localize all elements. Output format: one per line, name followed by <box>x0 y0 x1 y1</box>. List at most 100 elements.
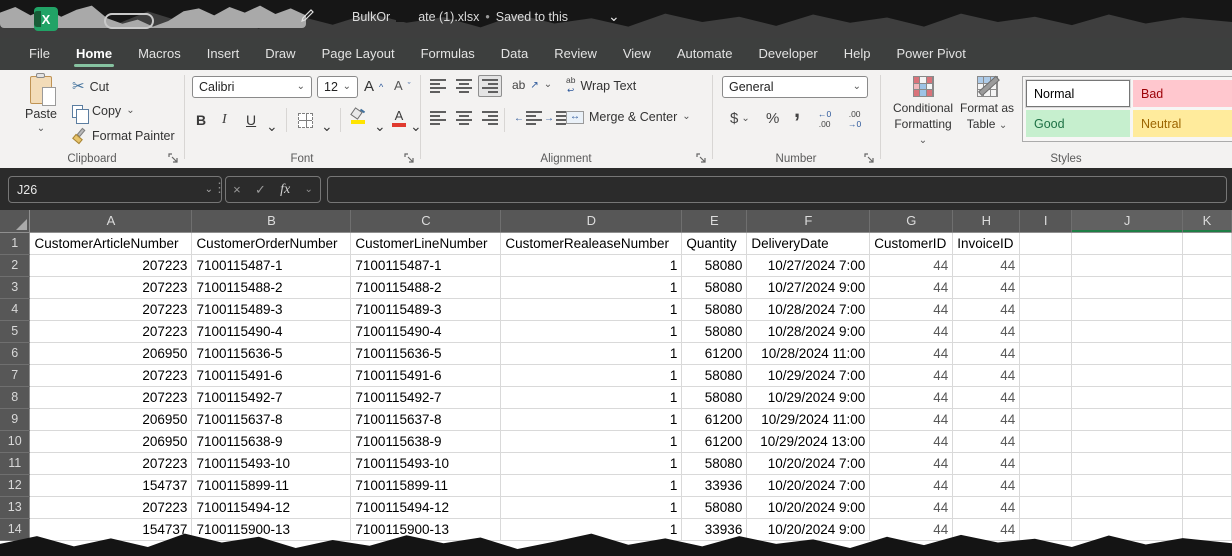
cell-G8[interactable]: 44 <box>870 386 953 408</box>
cell-E8[interactable]: 58080 <box>682 386 747 408</box>
cell-G6[interactable]: 44 <box>870 342 953 364</box>
cell-E12[interactable]: 33936 <box>682 474 747 496</box>
cell-J8[interactable] <box>1072 386 1183 408</box>
cell-K10[interactable] <box>1182 430 1231 452</box>
cell-A12[interactable]: 154737 <box>30 474 192 496</box>
number-dialog-launcher[interactable] <box>864 151 876 163</box>
cell-A1[interactable]: CustomerArticleNumber <box>30 232 192 254</box>
cell-G14[interactable]: 44 <box>870 518 953 540</box>
column-header-E[interactable]: E <box>682 210 747 232</box>
cell-G1[interactable]: CustomerID <box>870 232 953 254</box>
cell-J4[interactable] <box>1072 298 1183 320</box>
cell-I14[interactable] <box>1020 518 1072 540</box>
cell-E11[interactable]: 58080 <box>682 452 747 474</box>
style-good[interactable]: Good <box>1026 110 1130 137</box>
cell-D9[interactable]: 1 <box>501 408 682 430</box>
cell-B14[interactable]: 7100115900-13 <box>192 518 351 540</box>
cell-G3[interactable]: 44 <box>870 276 953 298</box>
cell-C2[interactable]: 7100115487-1 <box>351 254 501 276</box>
cell-E13[interactable]: 58080 <box>682 496 747 518</box>
number-format-select[interactable]: General ⌄ <box>722 76 868 98</box>
cell-B13[interactable]: 7100115494-12 <box>192 496 351 518</box>
cell-C6[interactable]: 7100115636-5 <box>351 342 501 364</box>
cell-K13[interactable] <box>1182 496 1231 518</box>
cell-C9[interactable]: 7100115637-8 <box>351 408 501 430</box>
cell-G2[interactable]: 44 <box>870 254 953 276</box>
cell-H12[interactable]: 44 <box>953 474 1020 496</box>
cell-F9[interactable]: 10/29/2024 11:00 <box>747 408 870 430</box>
cell-E5[interactable]: 58080 <box>682 320 747 342</box>
align-right-button[interactable] <box>482 111 498 125</box>
row-header-4[interactable]: 4 <box>0 298 30 320</box>
cell-D12[interactable]: 1 <box>501 474 682 496</box>
cell-F2[interactable]: 10/27/2024 7:00 <box>747 254 870 276</box>
tab-review[interactable]: Review <box>541 38 610 70</box>
cell-F11[interactable]: 10/20/2024 7:00 <box>747 452 870 474</box>
tab-page-layout[interactable]: Page Layout <box>309 38 408 70</box>
cell-K12[interactable] <box>1182 474 1231 496</box>
cell-D10[interactable]: 1 <box>501 430 682 452</box>
cell-A11[interactable]: 207223 <box>30 452 192 474</box>
cell-A2[interactable]: 207223 <box>30 254 192 276</box>
cell-F13[interactable]: 10/20/2024 9:00 <box>747 496 870 518</box>
cell-C14[interactable]: 7100115900-13 <box>351 518 501 540</box>
cell-K11[interactable] <box>1182 452 1231 474</box>
orientation-button[interactable]: ab ↗ ⌄ <box>512 78 552 92</box>
cell-B4[interactable]: 7100115489-3 <box>192 298 351 320</box>
chevron-down-icon[interactable]: ⌄ <box>205 185 213 195</box>
cell-I1[interactable] <box>1020 232 1072 254</box>
cell-G5[interactable]: 44 <box>870 320 953 342</box>
fill-color-chevron-icon[interactable]: ⌄ <box>374 114 386 138</box>
cell-H13[interactable]: 44 <box>953 496 1020 518</box>
cell-C13[interactable]: 7100115494-12 <box>351 496 501 518</box>
cell-A3[interactable]: 207223 <box>30 276 192 298</box>
cell-E10[interactable]: 61200 <box>682 430 747 452</box>
cell-B3[interactable]: 7100115488-2 <box>192 276 351 298</box>
tab-developer[interactable]: Developer <box>745 38 830 70</box>
cell-K3[interactable] <box>1182 276 1231 298</box>
decrease-font-size-button[interactable]: Aˇ <box>394 78 411 93</box>
cell-C3[interactable]: 7100115488-2 <box>351 276 501 298</box>
cell-I11[interactable] <box>1020 452 1072 474</box>
cell-J10[interactable] <box>1072 430 1183 452</box>
cell-H5[interactable]: 44 <box>953 320 1020 342</box>
bold-button[interactable]: B <box>196 108 206 132</box>
row-header-7[interactable]: 7 <box>0 364 30 386</box>
borders-chevron-icon[interactable]: ⌄ <box>321 114 333 138</box>
font-name-select[interactable]: Calibri ⌄ <box>192 76 312 98</box>
underline-chevron-icon[interactable]: ⌄ <box>266 114 278 138</box>
title-chevron-down-icon[interactable]: ⌄ <box>608 8 620 25</box>
cell-K8[interactable] <box>1182 386 1231 408</box>
cell-J6[interactable] <box>1072 342 1183 364</box>
tab-insert[interactable]: Insert <box>194 38 253 70</box>
font-dialog-launcher[interactable] <box>404 151 416 163</box>
cell-B5[interactable]: 7100115490-4 <box>192 320 351 342</box>
cell-F6[interactable]: 10/28/2024 11:00 <box>747 342 870 364</box>
fill-color-button[interactable] <box>350 108 365 132</box>
cell-D4[interactable]: 1 <box>501 298 682 320</box>
cell-E3[interactable]: 58080 <box>682 276 747 298</box>
cell-H10[interactable]: 44 <box>953 430 1020 452</box>
chevron-down-icon[interactable]: ⌄ <box>126 106 134 116</box>
decrease-indent-button[interactable]: ← <box>514 111 542 125</box>
tab-draw[interactable]: Draw <box>252 38 308 70</box>
cell-A8[interactable]: 207223 <box>30 386 192 408</box>
cell-F1[interactable]: DeliveryDate <box>747 232 870 254</box>
alignment-dialog-launcher[interactable] <box>696 151 708 163</box>
cell-B10[interactable]: 7100115638-9 <box>192 430 351 452</box>
cell-E2[interactable]: 58080 <box>682 254 747 276</box>
tab-help[interactable]: Help <box>831 38 884 70</box>
cell-C8[interactable]: 7100115492-7 <box>351 386 501 408</box>
cell-B1[interactable]: CustomerOrderNumber <box>192 232 351 254</box>
top-align-button[interactable] <box>430 79 446 93</box>
column-header-B[interactable]: B <box>192 210 351 232</box>
cell-A7[interactable]: 207223 <box>30 364 192 386</box>
cell-B12[interactable]: 7100115899-11 <box>192 474 351 496</box>
cell-F3[interactable]: 10/27/2024 9:00 <box>747 276 870 298</box>
row-header-3[interactable]: 3 <box>0 276 30 298</box>
cell-D11[interactable]: 1 <box>501 452 682 474</box>
cell-D3[interactable]: 1 <box>501 276 682 298</box>
cell-G9[interactable]: 44 <box>870 408 953 430</box>
cell-A14[interactable]: 154737 <box>30 518 192 540</box>
chevron-down-icon[interactable]: ⌄ <box>741 114 749 124</box>
